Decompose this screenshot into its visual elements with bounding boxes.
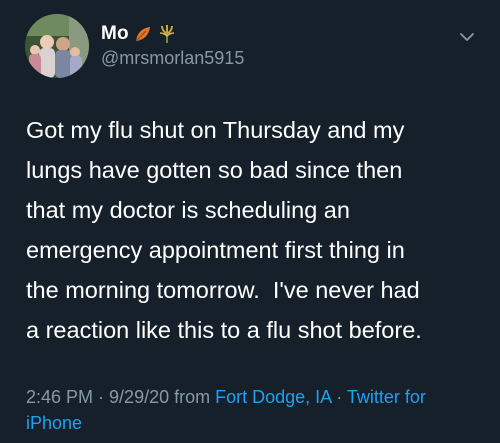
tweet-text: Got my flu shut on Thursday and my lungs… [26,117,422,343]
tweet-date[interactable]: 9/29/20 [109,387,169,407]
location-link[interactable]: Fort Dodge, IA [215,387,331,407]
avatar-photo [25,14,89,78]
sheaf-of-rice-icon [157,24,177,44]
handle[interactable]: @mrsmorlan5915 [101,48,244,69]
tweet-time[interactable]: 2:46 PM [26,387,93,407]
meta-separator: · [93,387,110,407]
avatar[interactable] [25,14,89,78]
chevron-down-icon[interactable] [458,28,476,46]
tweet: Mo @mrsmorlan5915 Got my flu shut on Thu… [0,0,500,443]
tweet-meta: 2:46 PM · 9/29/20 from Fort Dodge, IA · … [26,384,481,436]
from-label: from [169,387,216,407]
name-row: Mo [101,22,177,46]
display-name[interactable]: Mo [101,23,129,45]
fallen-leaf-icon [133,24,153,44]
meta-separator: · [331,387,347,407]
